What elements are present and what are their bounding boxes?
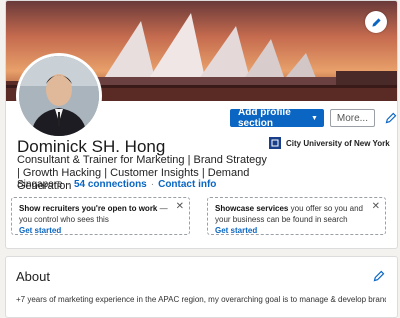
more-button[interactable]: More... xyxy=(329,109,375,127)
contact-info-link[interactable]: Contact info xyxy=(158,179,216,190)
avatar[interactable] xyxy=(16,53,102,139)
pencil-icon xyxy=(385,112,397,124)
close-icon[interactable]: ✕ xyxy=(372,201,380,212)
separator-dot: · xyxy=(150,179,155,190)
about-section: About +7 years of marketing experience i… xyxy=(5,256,398,318)
open-to-work-title: Show recruiters you're open to work xyxy=(19,204,158,213)
profile-card: Add profile section ▼ More... Dominick S… xyxy=(5,0,398,249)
chevron-down-icon: ▼ xyxy=(310,114,318,122)
pencil-icon xyxy=(371,17,381,27)
more-label: More... xyxy=(336,112,368,124)
about-title: About xyxy=(16,269,50,284)
edit-banner-button[interactable] xyxy=(365,11,387,33)
education-name: City University of New York xyxy=(286,138,390,148)
add-profile-section-button[interactable]: Add profile section ▼ xyxy=(230,107,324,129)
profile-actions: Add profile section ▼ More... xyxy=(230,107,397,129)
open-to-work-get-started-link[interactable]: Get started xyxy=(19,225,182,236)
about-text: +7 years of marketing experience in the … xyxy=(16,295,386,304)
avatar-photo xyxy=(19,56,99,136)
connections-link[interactable]: 54 connections xyxy=(74,179,147,190)
showcase-services-get-started-link[interactable]: Get started xyxy=(215,225,378,236)
open-to-work-card: ✕ Show recruiters you're open to work — … xyxy=(11,197,190,235)
edit-about-button[interactable] xyxy=(373,269,385,287)
add-profile-section-label: Add profile section xyxy=(238,107,291,129)
education-link[interactable]: City University of New York xyxy=(269,137,390,149)
separator-dot: · xyxy=(66,179,70,190)
university-logo-icon xyxy=(269,137,281,149)
edit-intro-button[interactable] xyxy=(385,112,397,124)
location-line: Singapore · 54 connections · Contact info xyxy=(17,179,216,190)
location-text: Singapore xyxy=(17,179,63,190)
showcase-services-title: Showcase services xyxy=(215,204,289,213)
close-icon[interactable]: ✕ xyxy=(176,201,184,212)
showcase-services-card: ✕ Showcase services you offer so you and… xyxy=(207,197,386,235)
pencil-icon xyxy=(373,270,385,282)
